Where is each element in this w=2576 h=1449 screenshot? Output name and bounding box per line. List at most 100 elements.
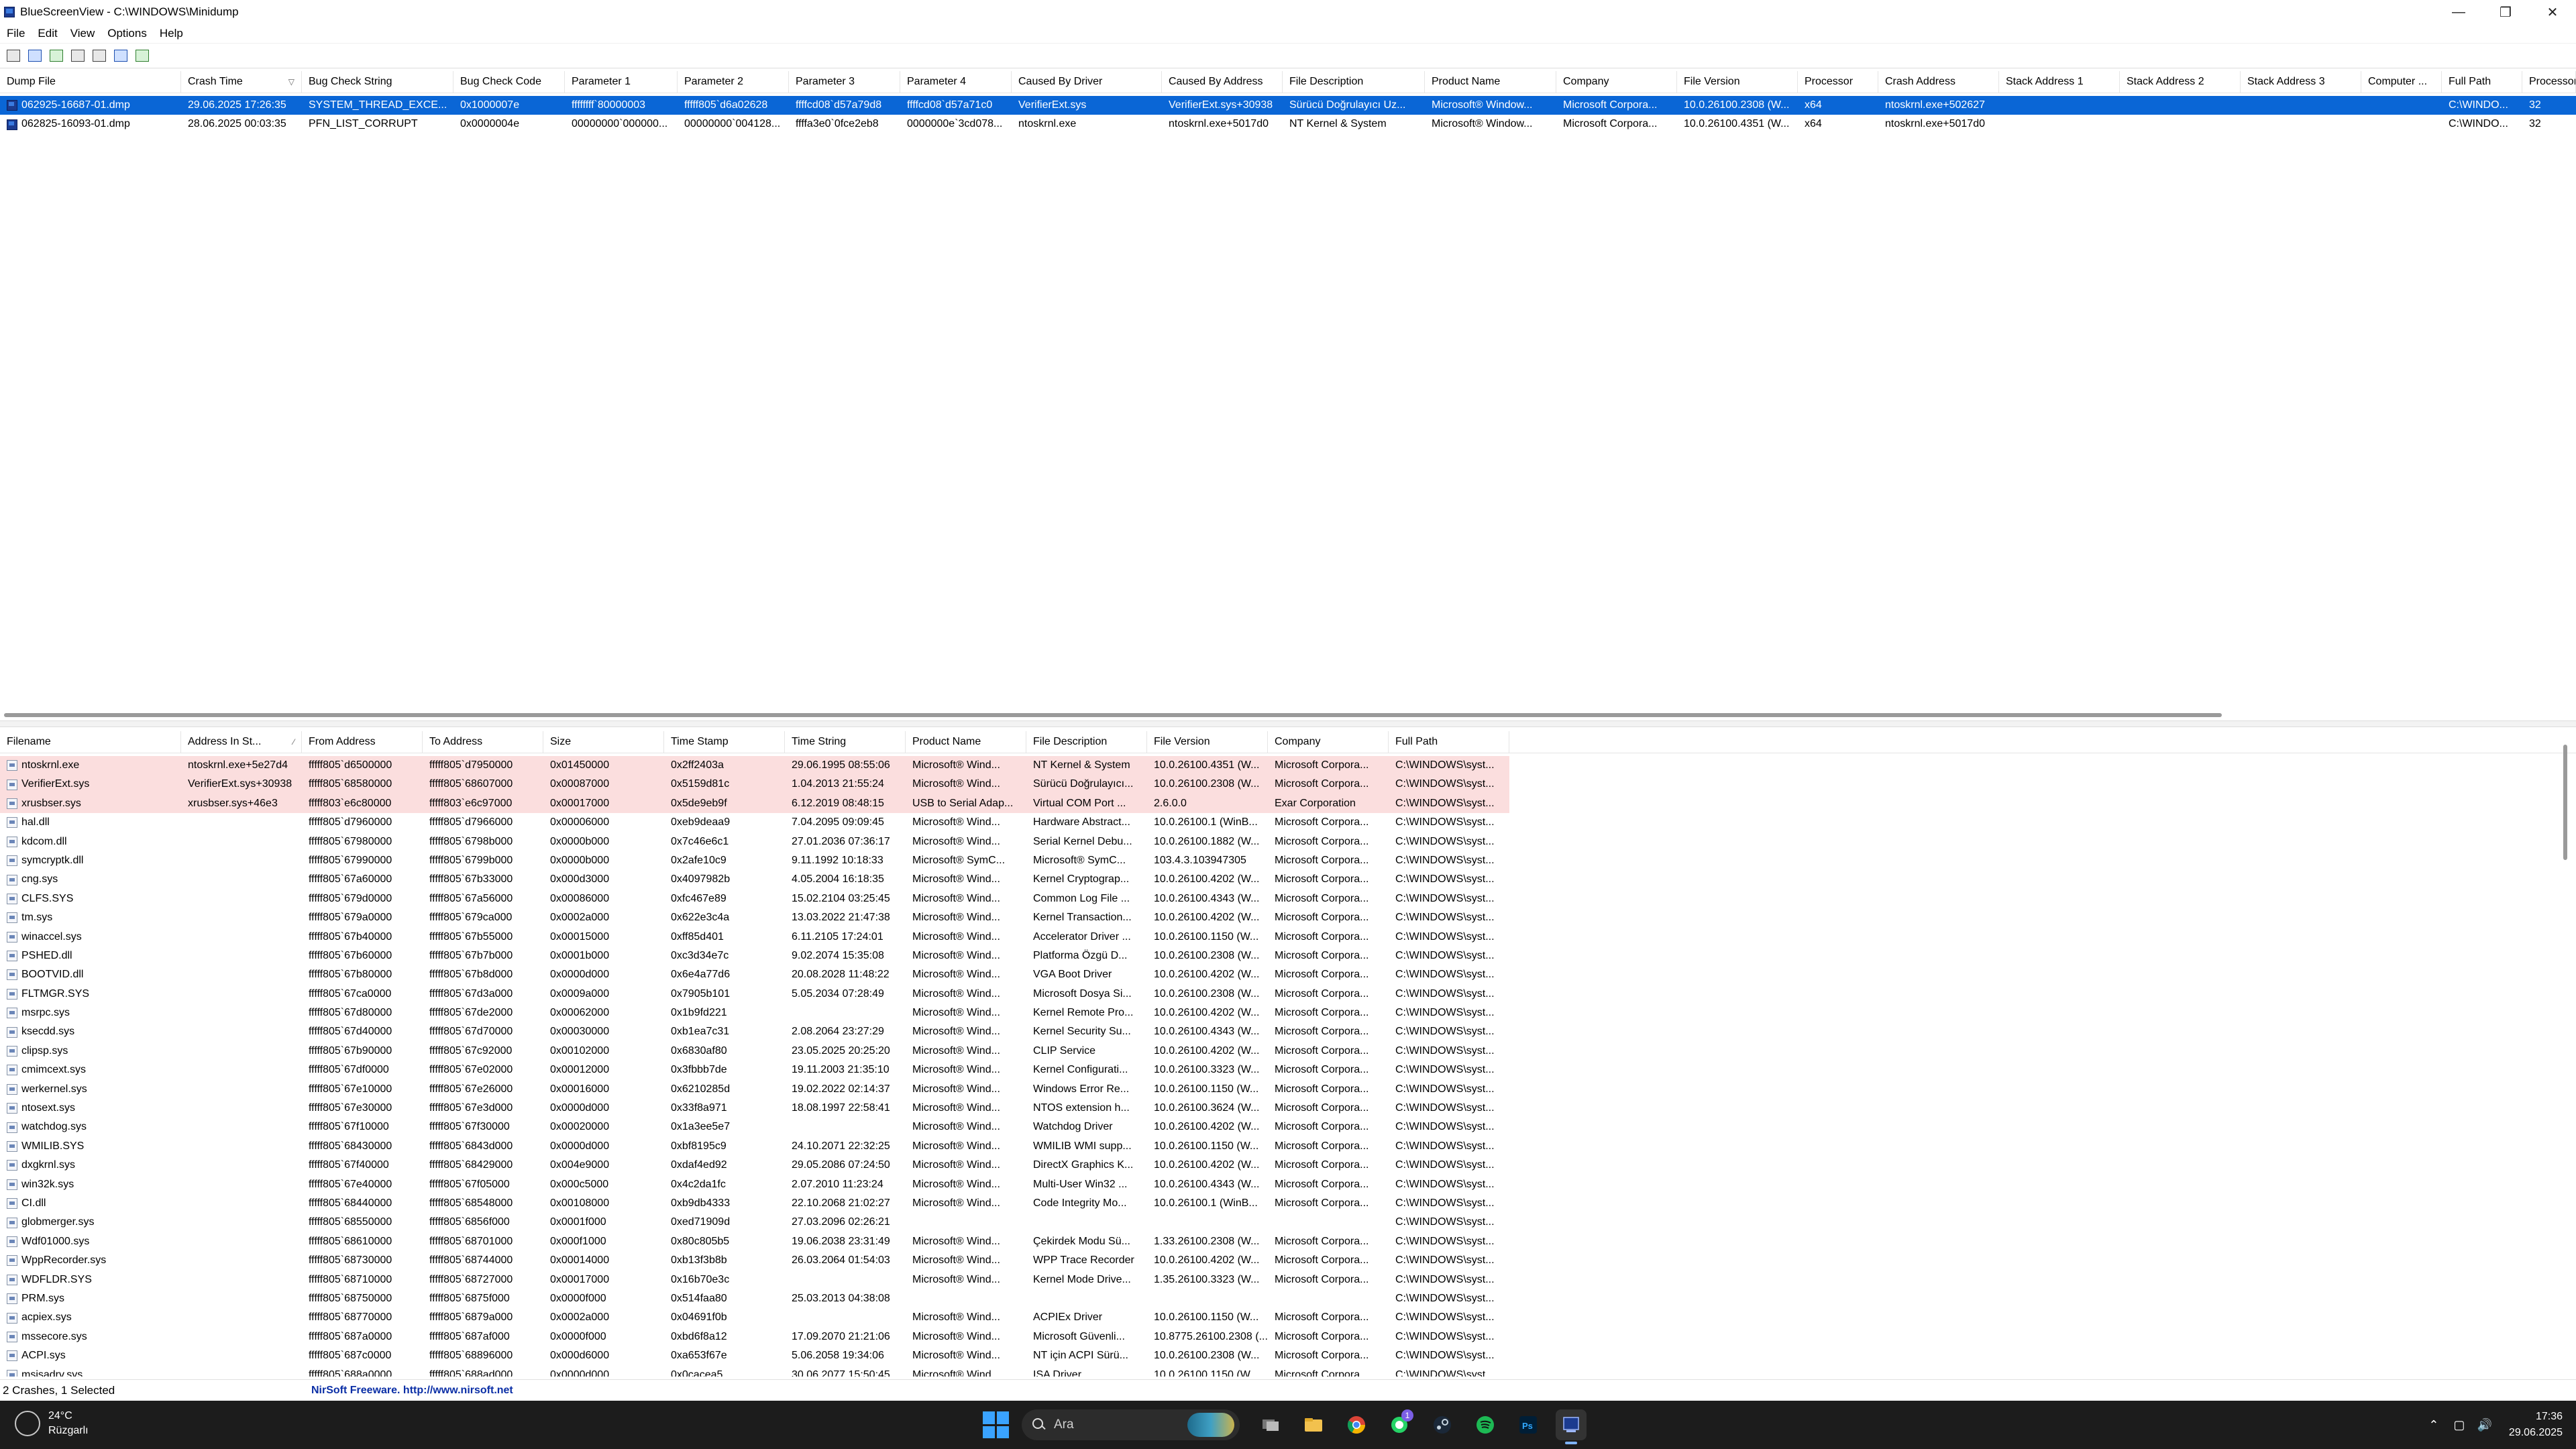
drivers-col-header[interactable]: Address In St... ⁄ <box>181 731 302 753</box>
crashes-col-header[interactable]: Bug Check String <box>302 71 453 93</box>
whatsapp-icon[interactable]: 1 <box>1384 1409 1415 1440</box>
driver-row[interactable]: clipsp.sys fffff805`67b90000 fffff805`67c9… <box>0 1042 1509 1061</box>
drivers-col-header[interactable]: File Version <box>1147 731 1268 753</box>
start-button[interactable] <box>983 1411 1010 1438</box>
bluescreenview-taskbar-icon[interactable] <box>1556 1409 1587 1444</box>
driver-row[interactable]: werkernel.sys fffff805`67e10000 fffff805`6… <box>0 1080 1509 1099</box>
crashes-col-header[interactable]: Crash Time ▽ <box>181 71 302 93</box>
crashes-col-header[interactable]: Stack Address 3 <box>2241 71 2361 93</box>
copy-icon[interactable] <box>70 48 86 64</box>
spotify-icon[interactable] <box>1470 1409 1501 1440</box>
drivers-col-header[interactable]: From Address <box>302 731 423 753</box>
task-view-icon[interactable] <box>1255 1409 1286 1440</box>
chrome-icon[interactable] <box>1341 1409 1372 1440</box>
crashes-col-header[interactable]: Processor <box>1798 71 1878 93</box>
driver-row[interactable]: WMILIB.SYS fffff805`68430000 fffff805`6843… <box>0 1137 1509 1156</box>
minimize-button[interactable]: — <box>2435 0 2482 24</box>
maximize-button[interactable]: ❐ <box>2482 0 2529 24</box>
driver-row[interactable]: symcryptk.dll fffff805`67990000 fffff805`6… <box>0 851 1509 870</box>
drivers-col-header[interactable]: Filename <box>0 731 181 753</box>
volume-icon[interactable]: 🔊 <box>2477 1417 2493 1433</box>
crashes-col-header[interactable]: Parameter 3 <box>789 71 900 93</box>
crashes-col-header[interactable]: Crash Address <box>1878 71 1999 93</box>
html-report-icon[interactable] <box>48 48 64 64</box>
driver-row[interactable]: PSHED.dll fffff805`67b60000 fffff805`67b7b… <box>0 947 1509 965</box>
drivers-col-header[interactable]: To Address <box>423 731 543 753</box>
photoshop-icon[interactable]: Ps <box>1513 1409 1544 1440</box>
close-button[interactable]: ✕ <box>2529 0 2576 24</box>
crashes-col-header[interactable]: File Version <box>1677 71 1798 93</box>
find-icon[interactable] <box>113 48 129 64</box>
crashes-col-header[interactable]: Parameter 2 <box>678 71 789 93</box>
crashes-col-header[interactable]: Dump File <box>0 71 181 93</box>
driver-row[interactable]: win32k.sys fffff805`67e40000 fffff805`67f0… <box>0 1175 1509 1194</box>
clock[interactable]: 17:36 29.06.2025 <box>2509 1409 2563 1441</box>
driver-row[interactable]: WppRecorder.sys fffff805`68730000 fffff805… <box>0 1251 1509 1270</box>
chevron-up-icon[interactable]: ⌃ <box>2426 1417 2442 1433</box>
driver-row[interactable]: PRM.sys fffff805`68750000 fffff805`6875f00… <box>0 1289 1509 1308</box>
driver-row[interactable]: ntoskrnl.exe ntoskrnl.exe+5e27d4 fffff805`… <box>0 756 1509 775</box>
crashes-col-header[interactable]: Parameter 1 <box>565 71 678 93</box>
driver-row[interactable]: ksecdd.sys fffff805`67d40000 fffff805`67d7… <box>0 1022 1509 1041</box>
drivers-col-header[interactable]: Product Name <box>906 731 1026 753</box>
driver-row[interactable]: BOOTVID.dll fffff805`67b80000 fffff805`67b… <box>0 965 1509 984</box>
driver-row[interactable]: cmimcext.sys fffff805`67df0000 fffff805`67… <box>0 1061 1509 1079</box>
crashes-col-header[interactable]: Processors <box>2522 71 2576 93</box>
drivers-col-header[interactable]: Company <box>1268 731 1389 753</box>
crash-row[interactable]: 062825-16093-01.dmp 28.06.2025 00:03:35 PF… <box>0 115 2576 133</box>
crashes-col-header[interactable]: Computer ... <box>2361 71 2442 93</box>
crashes-col-header[interactable]: Stack Address 1 <box>1999 71 2120 93</box>
menu-options[interactable]: Options <box>101 27 153 40</box>
driver-row[interactable]: watchdog.sys fffff805`67f10000 fffff805`67… <box>0 1118 1509 1136</box>
crashes-col-header[interactable]: Bug Check Code <box>453 71 565 93</box>
file-explorer-icon[interactable] <box>1298 1409 1329 1440</box>
drivers-col-header[interactable]: Full Path <box>1389 731 1509 753</box>
pane-splitter[interactable] <box>0 720 2576 727</box>
driver-row[interactable]: tm.sys fffff805`679a0000 fffff805`679ca000… <box>0 908 1509 927</box>
driver-row[interactable]: xrusbser.sys xrusbser.sys+46e3 fffff803`e6… <box>0 794 1509 814</box>
driver-row[interactable]: CI.dll fffff805`68440000 fffff805`68548000… <box>0 1194 1509 1213</box>
crashes-col-header[interactable]: File Description <box>1283 71 1425 93</box>
driver-row[interactable]: VerifierExt.sys VerifierExt.sys+30938 ffff… <box>0 775 1509 794</box>
nirsoft-link[interactable]: NirSoft Freeware. http://www.nirsoft.net <box>311 1385 513 1397</box>
driver-row[interactable]: WDFLDR.SYS fffff805`68710000 fffff805`6872… <box>0 1271 1509 1289</box>
crash-list-horizontal-scrollbar[interactable] <box>0 711 2576 719</box>
driver-row[interactable]: Wdf01000.sys fffff805`68610000 fffff805`68… <box>0 1232 1509 1251</box>
open-folder-icon[interactable] <box>91 48 107 64</box>
menu-view[interactable]: View <box>64 27 101 40</box>
driver-row[interactable]: ntosext.sys fffff805`67e30000 fffff805`67e… <box>0 1099 1509 1118</box>
menu-file[interactable]: File <box>0 27 31 40</box>
exit-icon[interactable] <box>134 48 150 64</box>
driver-row[interactable]: globmerger.sys fffff805`68550000 fffff805`… <box>0 1213 1509 1232</box>
driver-row[interactable]: acpiex.sys fffff805`68770000 fffff805`6879… <box>0 1308 1509 1327</box>
scrollbar-thumb[interactable] <box>2563 745 2567 860</box>
menu-edit[interactable]: Edit <box>31 27 63 40</box>
drivers-col-header[interactable]: Time String <box>785 731 906 753</box>
driver-row[interactable]: msisadrv.sys fffff805`688a0000 fffff805`68… <box>0 1366 1509 1377</box>
crashes-col-header[interactable]: Parameter 4 <box>900 71 1012 93</box>
weather-widget[interactable]: 24°C Rüzgarlı <box>15 1409 89 1438</box>
driver-row[interactable]: ACPI.sys fffff805`687c0000 fffff805`688960… <box>0 1346 1509 1365</box>
driver-row[interactable]: mssecore.sys fffff805`687a0000 fffff805`68… <box>0 1328 1509 1346</box>
driver-row[interactable]: winaccel.sys fffff805`67b40000 fffff805`67… <box>0 928 1509 947</box>
crashes-col-header[interactable]: Caused By Driver <box>1012 71 1162 93</box>
driver-list-vertical-scrollbar[interactable] <box>2561 745 2569 1375</box>
drivers-col-header[interactable]: Time Stamp <box>664 731 785 753</box>
crashes-col-header[interactable]: Caused By Address <box>1162 71 1283 93</box>
driver-row[interactable]: hal.dll fffff805`d7960000 fffff805`d796600… <box>0 813 1509 832</box>
properties-icon[interactable] <box>5 48 21 64</box>
driver-list[interactable]: Filename Address In St... ⁄ From Address To … <box>0 731 2576 1377</box>
crash-row[interactable]: 062925-16687-01.dmp 29.06.2025 17:26:35 SY… <box>0 96 2576 115</box>
driver-row[interactable]: kdcom.dll fffff805`67980000 fffff805`6798b… <box>0 833 1509 851</box>
crashes-col-header[interactable]: Full Path <box>2442 71 2522 93</box>
crash-list[interactable]: Dump File Crash Time ▽ Bug Check String Bug … <box>0 71 2576 718</box>
crashes-col-header[interactable]: Stack Address 2 <box>2120 71 2241 93</box>
drivers-col-header[interactable]: Size <box>543 731 664 753</box>
steam-icon[interactable] <box>1427 1409 1458 1440</box>
driver-row[interactable]: FLTMGR.SYS fffff805`67ca0000 fffff805`67d3… <box>0 985 1509 1004</box>
driver-row[interactable]: CLFS.SYS fffff805`679d0000 fffff805`67a560… <box>0 890 1509 908</box>
driver-row[interactable]: dxgkrnl.sys fffff805`67f40000 fffff805`684… <box>0 1156 1509 1175</box>
save-icon[interactable] <box>27 48 43 64</box>
driver-row[interactable]: msrpc.sys fffff805`67d80000 fffff805`67de2… <box>0 1004 1509 1022</box>
drivers-col-header[interactable]: File Description <box>1026 731 1147 753</box>
